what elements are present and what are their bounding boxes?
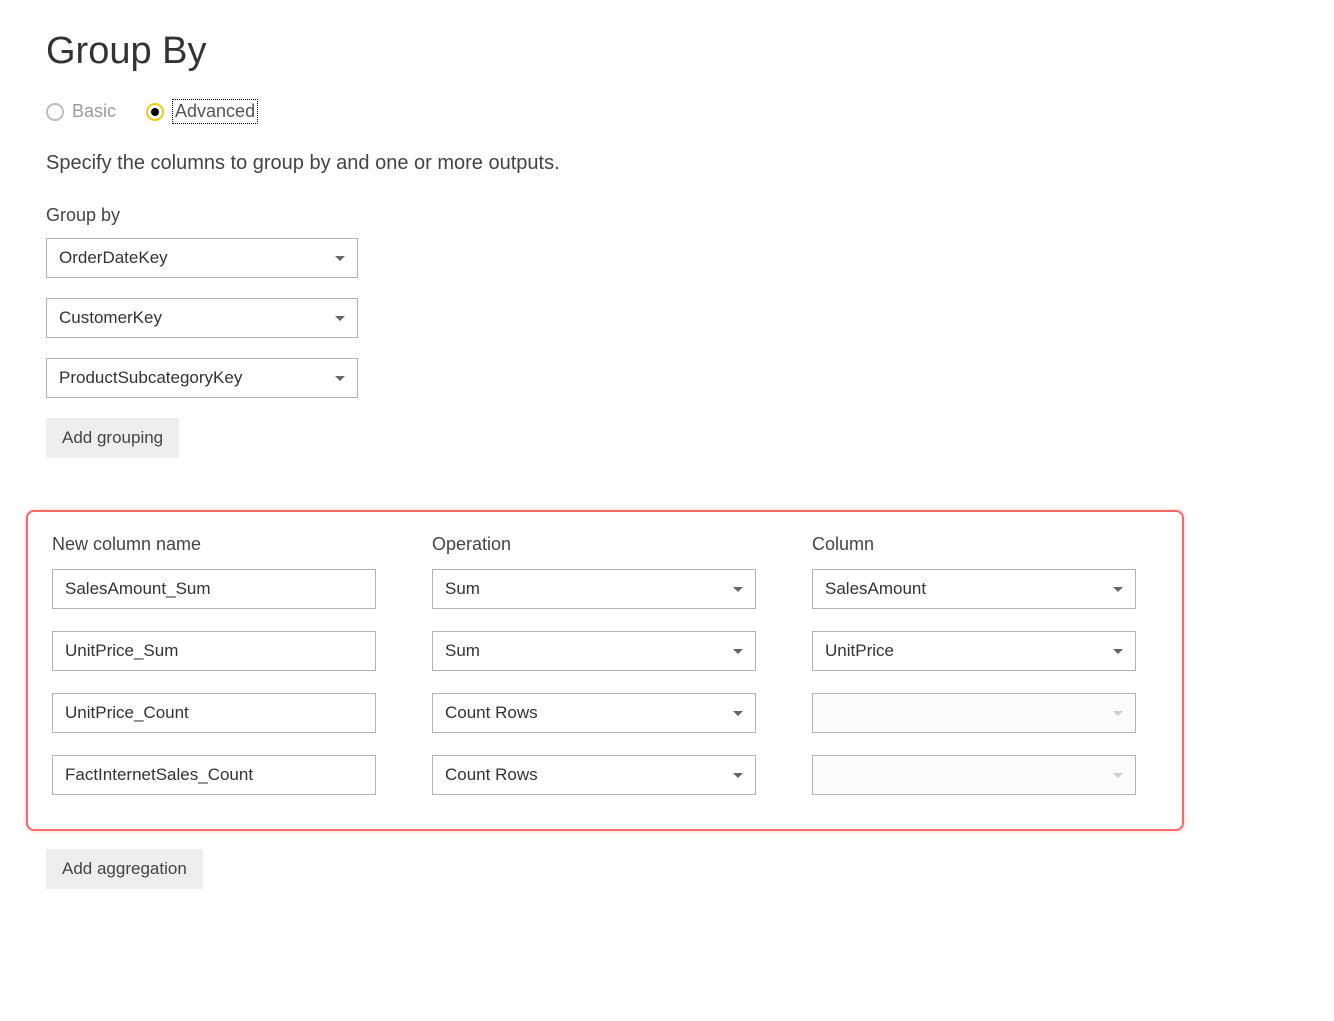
- add-grouping-button[interactable]: Add grouping: [46, 418, 179, 458]
- aggregation-name-input[interactable]: [52, 693, 376, 733]
- aggregation-operation-select[interactable]: Count Rows: [432, 693, 756, 733]
- aggregation-column-select: [812, 755, 1136, 795]
- radio-icon: [46, 103, 64, 121]
- aggregation-column-value: UnitPrice: [825, 641, 894, 661]
- chevron-down-icon: [733, 649, 743, 654]
- aggregation-operation-value: Count Rows: [445, 703, 538, 723]
- group-by-value: OrderDateKey: [59, 248, 168, 268]
- radio-basic[interactable]: Basic: [46, 101, 116, 122]
- aggregation-name-input[interactable]: [52, 631, 376, 671]
- aggregation-operation-select[interactable]: Sum: [432, 569, 756, 609]
- chevron-down-icon: [335, 256, 345, 261]
- radio-advanced-label: Advanced: [172, 99, 258, 124]
- aggregation-column-select: [812, 693, 1136, 733]
- aggregation-name-input[interactable]: [52, 569, 376, 609]
- chevron-down-icon: [733, 587, 743, 592]
- group-by-value: CustomerKey: [59, 308, 162, 328]
- group-by-dropdown-1[interactable]: CustomerKey: [46, 298, 358, 338]
- aggregation-row: Sum SalesAmount: [52, 569, 1158, 609]
- radio-icon: [146, 103, 164, 121]
- dialog-description: Specify the columns to group by and one …: [46, 152, 1288, 175]
- radio-basic-label: Basic: [72, 101, 116, 122]
- chevron-down-icon: [1113, 773, 1123, 778]
- aggregation-operation-select[interactable]: Sum: [432, 631, 756, 671]
- group-by-value: ProductSubcategoryKey: [59, 368, 242, 388]
- aggregation-column-select[interactable]: UnitPrice: [812, 631, 1136, 671]
- group-by-label: Group by: [46, 205, 1288, 226]
- aggregation-column-select[interactable]: SalesAmount: [812, 569, 1136, 609]
- chevron-down-icon: [733, 773, 743, 778]
- group-by-dropdown-0[interactable]: OrderDateKey: [46, 238, 358, 278]
- aggregation-row: Sum UnitPrice: [52, 631, 1158, 671]
- chevron-down-icon: [1113, 711, 1123, 716]
- chevron-down-icon: [733, 711, 743, 716]
- aggregation-operation-value: Count Rows: [445, 765, 538, 785]
- aggregation-headers: New column name Operation Column: [52, 534, 1158, 555]
- mode-toggle: Basic Advanced: [46, 99, 1288, 124]
- header-operation: Operation: [432, 534, 756, 555]
- header-column: Column: [812, 534, 1136, 555]
- add-aggregation-button[interactable]: Add aggregation: [46, 849, 203, 889]
- radio-advanced[interactable]: Advanced: [146, 99, 258, 124]
- aggregation-row: Count Rows: [52, 755, 1158, 795]
- dialog-title: Group By: [46, 30, 1288, 73]
- group-by-dropdown-2[interactable]: ProductSubcategoryKey: [46, 358, 358, 398]
- chevron-down-icon: [335, 376, 345, 381]
- chevron-down-icon: [1113, 649, 1123, 654]
- header-new-column: New column name: [52, 534, 376, 555]
- aggregation-row: Count Rows: [52, 693, 1158, 733]
- aggregation-operation-value: Sum: [445, 641, 480, 661]
- aggregation-column-value: SalesAmount: [825, 579, 926, 599]
- aggregation-operation-value: Sum: [445, 579, 480, 599]
- chevron-down-icon: [335, 316, 345, 321]
- chevron-down-icon: [1113, 587, 1123, 592]
- aggregations-highlight: New column name Operation Column Sum Sal…: [26, 510, 1184, 831]
- aggregation-name-input[interactable]: [52, 755, 376, 795]
- aggregation-operation-select[interactable]: Count Rows: [432, 755, 756, 795]
